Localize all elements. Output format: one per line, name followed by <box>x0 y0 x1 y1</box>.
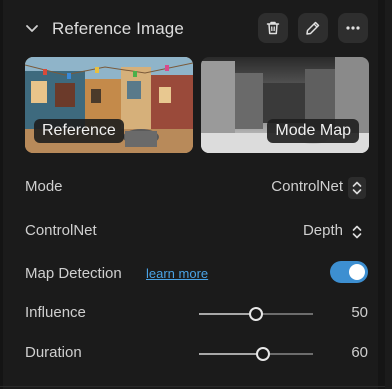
mode-select-row[interactable]: Mode ControlNet <box>0 173 385 203</box>
more-horizontal-icon <box>346 26 360 30</box>
mode-map-thumbnail[interactable]: Mode Map <box>201 57 369 153</box>
influence-slider[interactable] <box>199 307 313 321</box>
chevron-up-down-icon[interactable] <box>348 221 366 243</box>
section-header[interactable]: Reference Image <box>0 10 385 48</box>
controlnet-label: ControlNet <box>25 222 97 239</box>
mode-label: Mode <box>25 178 63 195</box>
section-title: Reference Image <box>52 19 184 38</box>
map-detection-label: Map Detection <box>25 265 122 282</box>
duration-value: 60 <box>351 344 368 361</box>
section-divider <box>0 386 385 387</box>
pencil-icon <box>306 21 320 35</box>
delete-button[interactable] <box>258 13 288 43</box>
duration-label: Duration <box>25 344 82 361</box>
duration-slider-fill <box>199 353 263 355</box>
duration-slider-row: Duration 60 <box>0 339 385 369</box>
mode-map-label: Mode Map <box>267 119 359 143</box>
chevron-up-down-icon[interactable] <box>348 177 366 199</box>
mode-select[interactable]: ControlNet <box>271 178 343 195</box>
influence-slider-handle[interactable] <box>249 307 263 321</box>
trash-icon <box>266 21 280 35</box>
influence-slider-row: Influence 50 <box>0 299 385 329</box>
influence-label: Influence <box>25 304 86 321</box>
edit-button[interactable] <box>298 13 328 43</box>
map-detection-toggle[interactable] <box>330 261 368 283</box>
controlnet-select[interactable]: Depth <box>303 222 343 239</box>
reference-image-panel: Reference Image Reference Mode Map Mode … <box>0 0 385 389</box>
reference-label: Reference <box>34 119 124 143</box>
controlnet-select-row[interactable]: ControlNet Depth <box>0 217 385 247</box>
toggle-knob <box>349 264 365 280</box>
more-options-button[interactable] <box>338 13 368 43</box>
duration-slider-handle[interactable] <box>255 347 270 361</box>
duration-slider[interactable] <box>199 347 313 361</box>
chevron-down-icon[interactable] <box>25 24 39 34</box>
map-detection-row: Map Detection learn more <box>0 260 385 290</box>
reference-image-thumbnail[interactable]: Reference <box>25 57 193 153</box>
influence-slider-fill <box>199 313 256 315</box>
influence-value: 50 <box>351 304 368 321</box>
learn-more-link[interactable]: learn more <box>146 266 208 281</box>
